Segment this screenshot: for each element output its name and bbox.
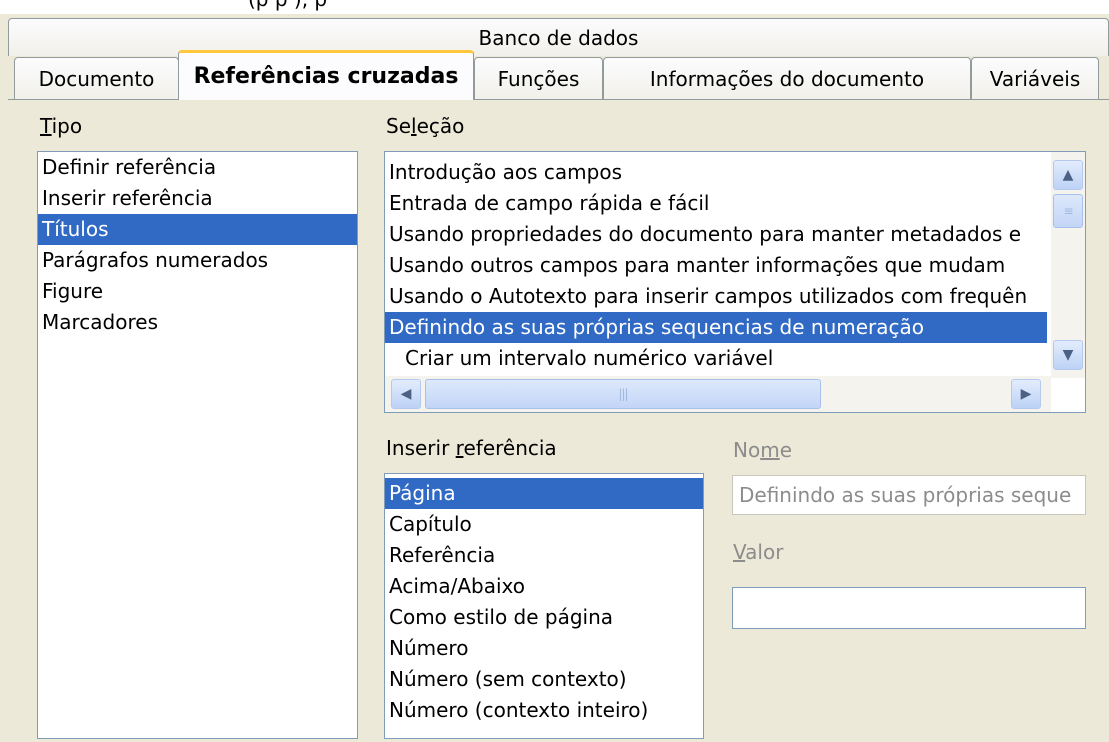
tab-informacoes-do-documento[interactable]: Informações do documento: [603, 57, 971, 100]
tipo-list-item[interactable]: Inserir referência: [38, 183, 357, 214]
tipo-listbox[interactable]: Definir referência Inserir referência Títu…: [37, 151, 358, 739]
inserir-referencia-list-item[interactable]: Número (sem contexto): [385, 664, 703, 695]
inserir-referencia-list-item[interactable]: Número (contexto inteiro): [385, 695, 703, 726]
selecao-list-item[interactable]: Usando o Autotexto para inserir campos u…: [385, 281, 1047, 312]
selecao-list-item[interactable]: Usando propriedades do documento para ma…: [385, 219, 1047, 250]
tab-label: Informações do documento: [649, 67, 925, 91]
nome-label: Nome: [733, 438, 792, 462]
selecao-list-item[interactable]: Introdução aos campos: [385, 157, 1047, 188]
tipo-list-item[interactable]: Parágrafos numerados: [38, 245, 357, 276]
tab-label: Referências cruzadas: [193, 64, 459, 89]
inserir-referencia-label: Inserir referência: [386, 436, 557, 460]
inserir-referencia-list-item[interactable]: Capítulo: [385, 509, 703, 540]
tipo-label: Tipo: [40, 114, 83, 138]
scroll-left-icon[interactable]: ◀: [391, 379, 421, 409]
scroll-thumb-horizontal[interactable]: |||: [425, 379, 821, 409]
tab-label: Funções: [497, 67, 580, 91]
selecao-label: Seleção: [386, 114, 465, 138]
tab-referencias-cruzadas[interactable]: Referências cruzadas: [178, 50, 474, 100]
tipo-list-item[interactable]: Definir referência: [38, 152, 357, 183]
inserir-referencia-list-item[interactable]: Acima/Abaixo: [385, 571, 703, 602]
valor-label: Valor: [733, 540, 784, 564]
tipo-list-item[interactable]: Figure: [38, 276, 357, 307]
selecao-listbox[interactable]: Introdução aos campos Entrada de campo rá…: [384, 151, 1086, 413]
tab-label: Documento: [38, 67, 155, 91]
scroll-thumb[interactable]: ≡: [1053, 194, 1083, 228]
inserir-referencia-list-item[interactable]: Número: [385, 633, 703, 664]
tab-label: Variáveis: [989, 67, 1081, 91]
inserir-referencia-listbox[interactable]: Página Capítulo Referência Acima/Abaixo Como…: [384, 473, 704, 739]
tipo-list-item[interactable]: Títulos: [38, 214, 357, 245]
inserir-referencia-list-item[interactable]: Página: [385, 478, 703, 509]
vertical-scrollbar[interactable]: ▲ ≡ ▼: [1051, 152, 1085, 378]
tab-documento[interactable]: Documento: [14, 57, 179, 100]
selecao-list-item[interactable]: Usando outros campos para manter informa…: [385, 250, 1047, 281]
tab-funcoes[interactable]: Funções: [474, 57, 603, 100]
selecao-list-item[interactable]: Entrada de campo rápida e fácil: [385, 188, 1047, 219]
tab-variaveis[interactable]: Variáveis: [971, 57, 1099, 100]
inserir-referencia-list-item[interactable]: Como estilo de página: [385, 602, 703, 633]
tipo-list-item[interactable]: Marcadores: [38, 307, 357, 338]
selecao-items: Introdução aos campos Entrada de campo rá…: [385, 157, 1047, 377]
selecao-list-item[interactable]: Criar um intervalo numérico variável: [385, 343, 1047, 374]
scroll-up-icon[interactable]: ▲: [1053, 160, 1083, 190]
top-partial-text-line: (p p ), p: [248, 0, 327, 11]
nome-field[interactable]: Definindo as suas próprias seque: [732, 475, 1086, 515]
tab-banco-de-dados[interactable]: Banco de dados: [8, 18, 1109, 56]
selecao-list-item[interactable]: Definindo as suas próprias sequencias de…: [385, 312, 1047, 343]
tab-panel-border: [8, 99, 1109, 100]
valor-field[interactable]: [732, 587, 1086, 629]
horizontal-scrollbar[interactable]: ◀ ||| ▶: [385, 376, 1051, 412]
tab-label: Banco de dados: [478, 25, 639, 50]
scroll-right-icon[interactable]: ▶: [1011, 379, 1041, 409]
scroll-down-icon[interactable]: ▼: [1053, 340, 1083, 370]
top-partial-text: (p p ), p: [0, 0, 1109, 14]
inserir-referencia-list-item[interactable]: Referência: [385, 540, 703, 571]
